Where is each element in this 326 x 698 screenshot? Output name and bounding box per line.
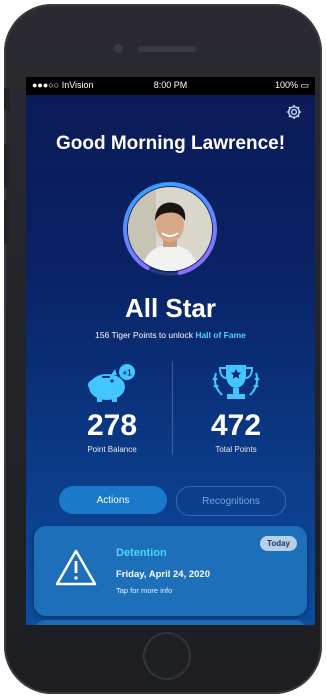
unlock-text: 156 Tiger Points to unlock <box>95 330 196 340</box>
status-bar: ●●●○○ InVision 8:00 PM 100% ▭ <box>26 77 315 95</box>
earpiece-speaker <box>138 46 196 52</box>
tab-recognitions[interactable]: Recognitions <box>176 486 286 516</box>
rank-title: All Star <box>124 293 217 323</box>
total-points-label: Total Points <box>215 445 257 454</box>
gear-icon[interactable] <box>285 103 303 121</box>
coin-badge: +1 <box>122 369 132 378</box>
tab-actions[interactable]: Actions <box>59 486 167 514</box>
volume-up-button <box>4 144 9 188</box>
total-points-value: 472 <box>210 409 262 442</box>
avatar <box>128 187 212 271</box>
mute-switch <box>4 88 9 110</box>
battery-level: 100% <box>274 80 298 90</box>
piggy-bank-icon: +1 <box>52 361 172 405</box>
front-camera <box>114 44 123 53</box>
profile-avatar-ring[interactable] <box>122 181 218 277</box>
home-button[interactable] <box>143 632 191 680</box>
volume-down-button <box>4 200 9 244</box>
card-title: Detention <box>116 547 167 559</box>
trophy-icon <box>176 361 296 405</box>
point-balance-label: Point Balance <box>87 445 137 454</box>
action-card-detention[interactable]: Today Detention Friday, April 24, 2020 T… <box>34 526 307 616</box>
app-screen: ●●●○○ InVision 8:00 PM 100% ▭ Good Morni… <box>26 77 315 625</box>
point-balance-stat: +1 278 Point Balance <box>52 361 172 454</box>
warning-icon <box>54 548 98 588</box>
unlock-target-link[interactable]: Hall of Fame <box>195 330 246 340</box>
today-badge: Today <box>260 536 297 551</box>
unlock-caption: 156 Tiger Points to unlock Hall of Fame <box>26 330 315 340</box>
stats-divider <box>172 362 173 454</box>
next-action-card[interactable] <box>34 620 307 625</box>
card-hint: Tap for more info <box>116 586 173 595</box>
card-date: Friday, April 24, 2020 <box>116 569 210 580</box>
status-time: 8:00 PM <box>153 80 188 90</box>
battery-status: 100% ▭ <box>274 80 309 90</box>
point-balance-value: 278 <box>86 409 138 442</box>
phone-frame: ●●●○○ InVision 8:00 PM 100% ▭ Good Morni… <box>4 4 322 694</box>
greeting-title: Good Morning Lawrence! <box>55 133 286 154</box>
total-points-stat: 472 Total Points <box>176 361 296 454</box>
